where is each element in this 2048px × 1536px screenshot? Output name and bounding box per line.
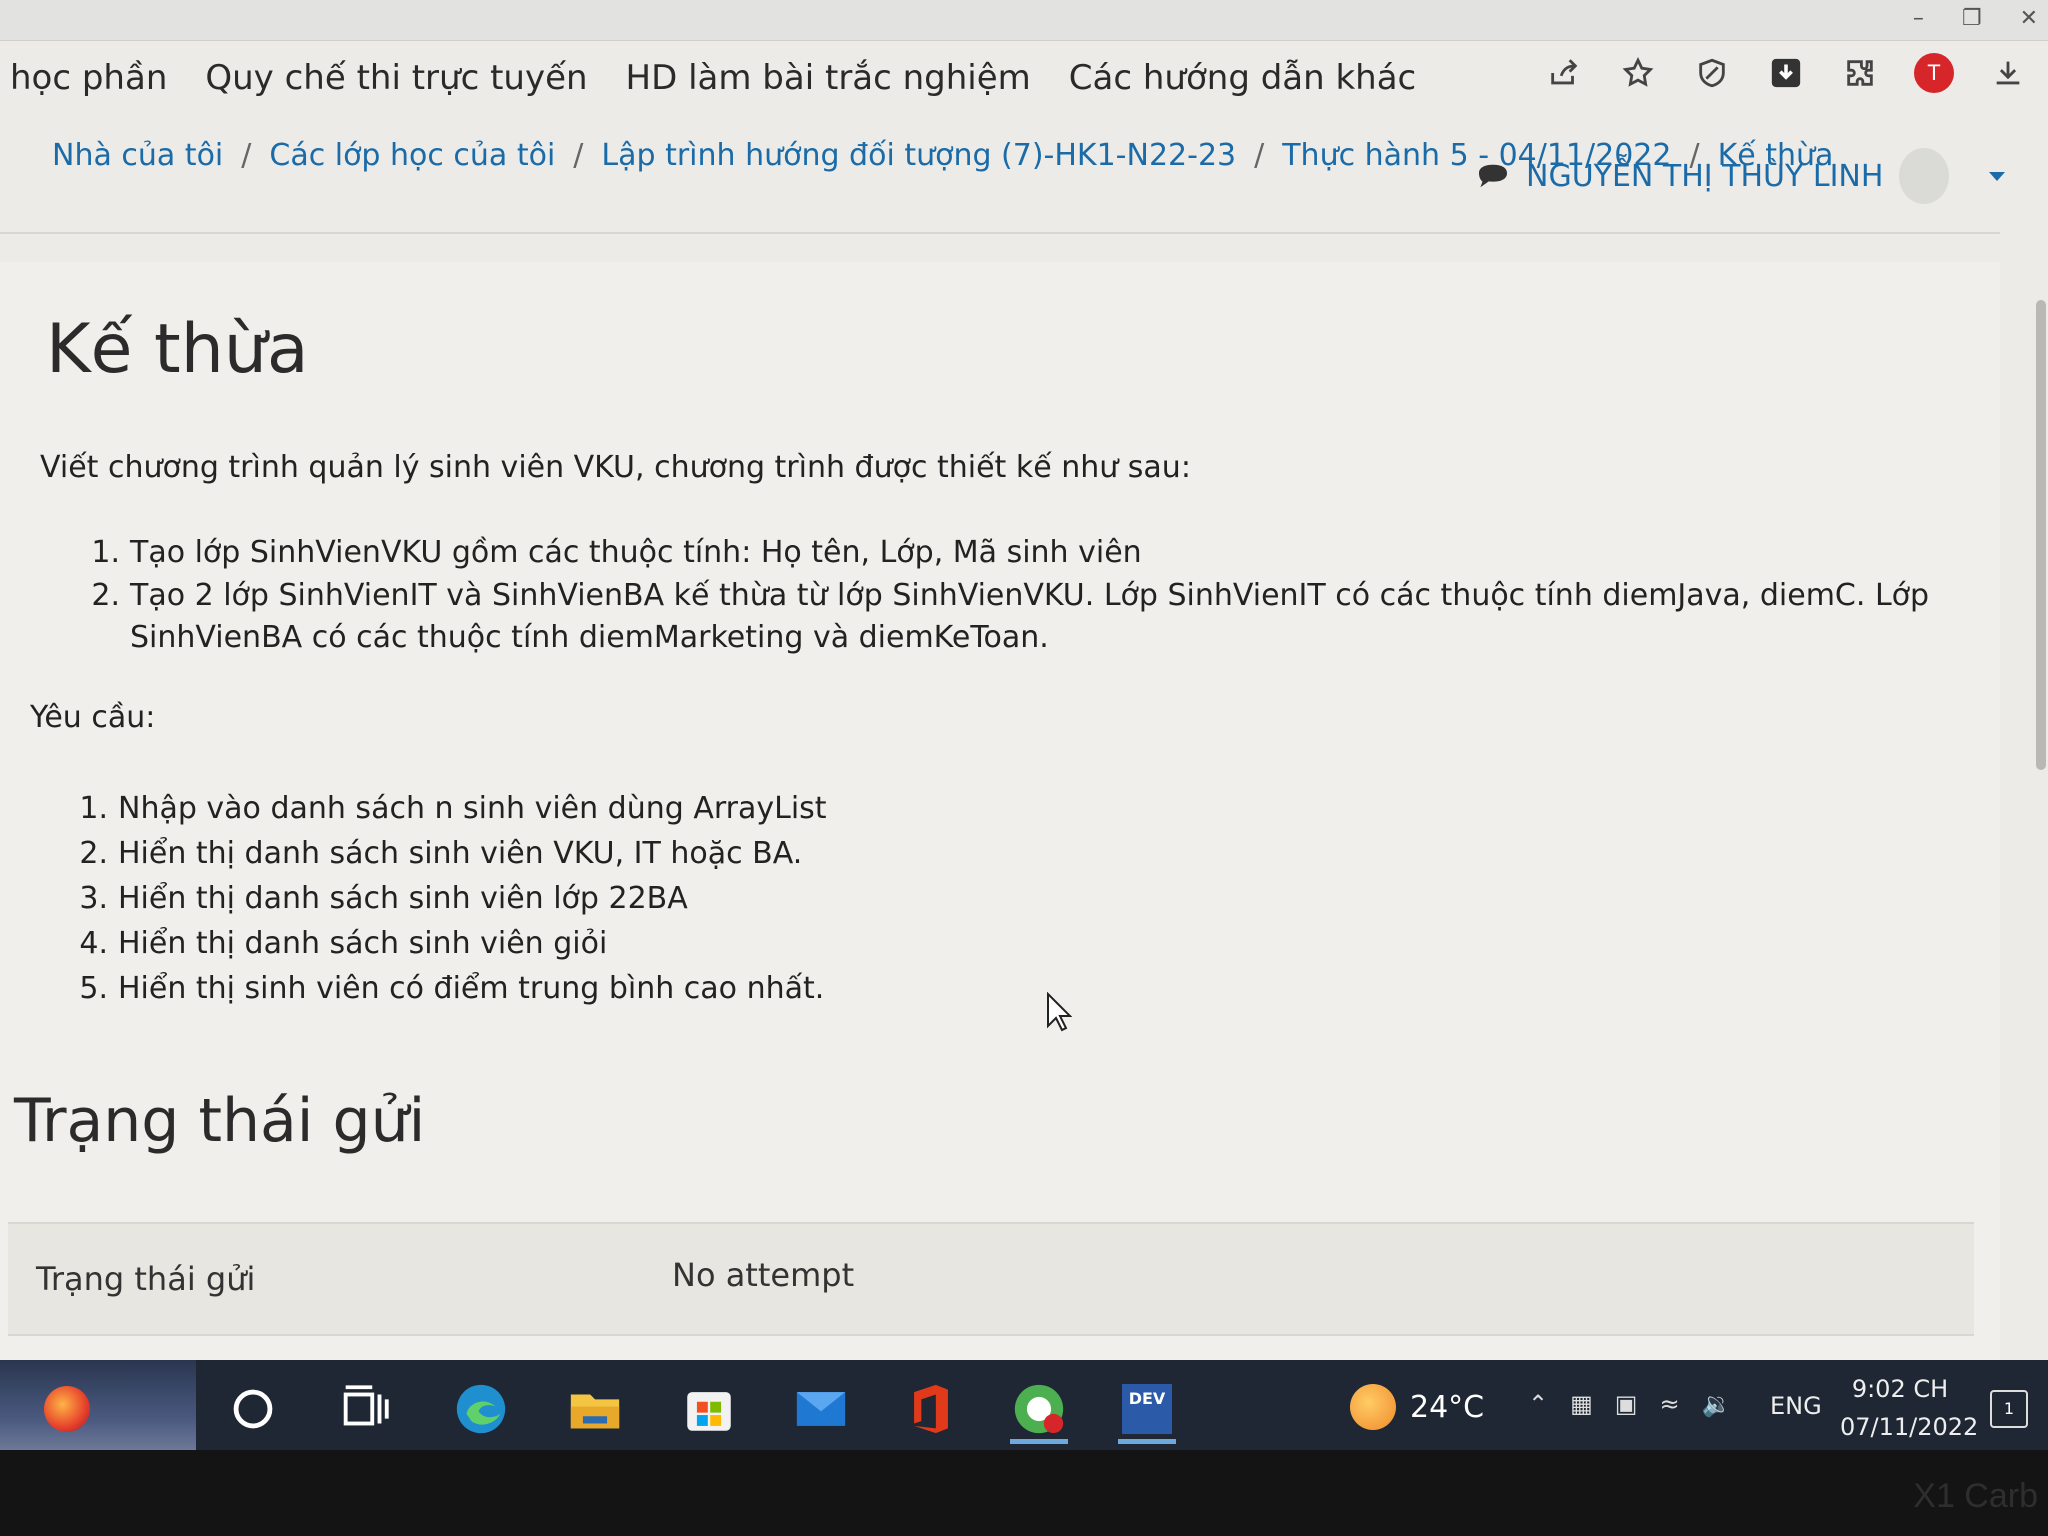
window-controls: – ❐ ✕ — [1913, 0, 2038, 36]
list-number: 5. — [79, 971, 108, 1006]
list-item-text: Tạo 2 lớp SinhVienIT và SinhVienBA kế th… — [130, 578, 1930, 655]
breadcrumb-separator: / — [1254, 138, 1265, 173]
breadcrumb-separator: / — [573, 138, 584, 173]
restore-icon[interactable]: ❐ — [1962, 6, 1982, 31]
user-name[interactable]: NGUYỄN THỊ THÙY LINH — [1526, 159, 1883, 194]
list-item: 1. Tạo lớp SinhVienVKU gồm các thuộc tính… — [82, 530, 1962, 575]
nav-item-hd-trac-nghiem[interactable]: HD làm bài trắc nghiệm — [626, 58, 1031, 98]
requirements-list: 1. Nhập vào danh sách n sinh viên dùng Ar… — [70, 786, 827, 1011]
list-number: 2. — [91, 578, 120, 613]
weather-widget[interactable]: 24°C — [1350, 1384, 1484, 1430]
edge-browser-icon[interactable] — [446, 1374, 516, 1444]
notification-center-icon[interactable]: 1 — [1990, 1390, 2028, 1428]
status-label: Trạng thái gửi — [36, 1260, 256, 1298]
clock-time: 9:02 CH — [1851, 1375, 1949, 1403]
list-item: 2. Tạo 2 lớp SinhVienIT và SinhVienBA kế … — [82, 575, 1962, 659]
tray-icons: ⌃ ▦ ▣ ≈ 🔉 — [1528, 1390, 1731, 1418]
office-icon[interactable] — [896, 1374, 966, 1444]
active-indicator — [1118, 1439, 1176, 1444]
list-number: 3. — [79, 881, 108, 916]
user-avatar[interactable] — [1899, 148, 1950, 204]
coccoc-browser-icon[interactable] — [1004, 1374, 1074, 1444]
nav-item-huong-dan-khac[interactable]: Các hướng dẫn khác — [1069, 58, 1416, 98]
mail-icon[interactable] — [786, 1374, 856, 1444]
file-explorer-icon[interactable] — [560, 1374, 630, 1444]
list-item: 1. Nhập vào danh sách n sinh viên dùng Ar… — [70, 786, 827, 831]
start-area — [0, 1360, 196, 1450]
temperature: 24°C — [1410, 1389, 1485, 1425]
extensions-puzzle-icon[interactable] — [1840, 53, 1880, 93]
list-item-text: Hiển thị danh sách sinh viên lớp 22BA — [118, 881, 688, 916]
nav-divider — [0, 232, 2000, 234]
firefox-icon[interactable] — [44, 1386, 90, 1432]
clock-date: 07/11/2022 — [1840, 1413, 1979, 1441]
list-item-text: Hiển thị danh sách sinh viên VKU, IT hoặ… — [118, 836, 803, 871]
breadcrumb-my-courses[interactable]: Các lớp học của tôi — [269, 138, 555, 173]
search-circle-icon[interactable] — [218, 1374, 288, 1444]
mouse-cursor-icon — [1047, 992, 1072, 1032]
clock[interactable]: 9:02 CH 07/11/2022 — [1840, 1370, 1979, 1446]
list-number: 1. — [79, 791, 108, 826]
browser-toolbar: T — [1544, 48, 2028, 98]
dev-label: DEV — [1122, 1384, 1172, 1434]
top-navigation: học phần Quy chế thi trực tuyến HD làm b… — [10, 58, 1416, 98]
microsoft-store-icon[interactable] — [674, 1374, 744, 1444]
chevron-up-icon[interactable]: ⌃ — [1528, 1390, 1548, 1418]
shield-icon[interactable] — [1692, 53, 1732, 93]
download-icon[interactable] — [1988, 53, 2028, 93]
list-item-text: Nhập vào danh sách n sinh viên dùng Arra… — [118, 791, 827, 826]
submission-status-heading: Trạng thái gửi — [14, 1086, 426, 1156]
list-number: 2. — [79, 836, 108, 871]
chevron-down-icon[interactable] — [1989, 171, 2006, 181]
browser-tab-strip: – ❐ ✕ — [0, 0, 2048, 41]
nav-item-hoc-phan[interactable]: học phần — [10, 58, 167, 98]
page-title: Kế thừa — [46, 310, 309, 389]
active-indicator — [1010, 1439, 1068, 1444]
list-item: 5. Hiển thị sinh viên có điểm trung bình … — [70, 966, 827, 1011]
breadcrumb-course[interactable]: Lập trình hướng đối tượng (7)-HK1-N22-23 — [601, 138, 1236, 173]
meet-now-icon[interactable]: ▦ — [1570, 1390, 1593, 1418]
intro-text: Viết chương trình quản lý sinh viên VKU,… — [40, 450, 1191, 485]
volume-icon[interactable]: 🔉 — [1702, 1390, 1732, 1418]
wifi-icon[interactable]: ≈ — [1659, 1390, 1679, 1418]
share-icon[interactable] — [1544, 53, 1584, 93]
minimize-icon[interactable]: – — [1913, 6, 1924, 31]
profile-avatar[interactable]: T — [1914, 53, 1954, 93]
bookmark-star-icon[interactable] — [1618, 53, 1658, 93]
breadcrumb-home[interactable]: Nhà của tôi — [52, 138, 223, 173]
input-language[interactable]: ENG — [1770, 1392, 1822, 1420]
windows-taskbar: DEV 24°C ⌃ ▦ ▣ ≈ 🔉 ENG 9:02 CH 07/11/202… — [0, 1360, 2048, 1450]
devcpp-icon[interactable]: DEV — [1112, 1374, 1182, 1444]
list-item: 4. Hiển thị danh sách sinh viên giỏi — [70, 921, 827, 966]
weather-icon — [1350, 1384, 1396, 1430]
laptop-bezel-label: X1 Carb — [1913, 1477, 2038, 1515]
messages-icon[interactable] — [1476, 162, 1510, 190]
user-menu[interactable]: NGUYỄN THỊ THÙY LINH — [1476, 148, 2006, 204]
list-item-text: Hiển thị sinh viên có điểm trung bình ca… — [118, 971, 825, 1006]
browser-window: – ❐ ✕ T học phần Quy chế thi trực tuyến … — [0, 0, 2048, 1450]
download-extension-icon[interactable] — [1766, 53, 1806, 93]
page-scrollbar[interactable] — [2036, 300, 2046, 770]
design-list: 1. Tạo lớp SinhVienVKU gồm các thuộc tính… — [82, 530, 1962, 659]
close-icon[interactable]: ✕ — [2020, 6, 2038, 31]
list-item-text: Hiển thị danh sách sinh viên giỏi — [118, 926, 608, 961]
submission-status-table: Trạng thái gửi No attempt — [8, 1222, 1974, 1336]
task-view-icon[interactable] — [330, 1374, 400, 1444]
list-item-text: Tạo lớp SinhVienVKU gồm các thuộc tính: … — [130, 535, 1142, 570]
requirements-label: Yêu cầu: — [30, 700, 156, 735]
list-item: 2. Hiển thị danh sách sinh viên VKU, IT h… — [70, 831, 827, 876]
display-icon[interactable]: ▣ — [1615, 1390, 1638, 1418]
nav-item-quy-che-thi[interactable]: Quy chế thi trực tuyến — [205, 58, 587, 98]
list-number: 1. — [91, 535, 120, 570]
system-tray: 24°C ⌃ ▦ ▣ ≈ 🔉 ENG 9:02 CH 07/11/2022 1 — [1350, 1360, 2048, 1450]
breadcrumb-separator: / — [241, 138, 252, 173]
list-number: 4. — [79, 926, 108, 961]
status-value: No attempt — [672, 1256, 855, 1294]
list-item: 3. Hiển thị danh sách sinh viên lớp 22BA — [70, 876, 827, 921]
